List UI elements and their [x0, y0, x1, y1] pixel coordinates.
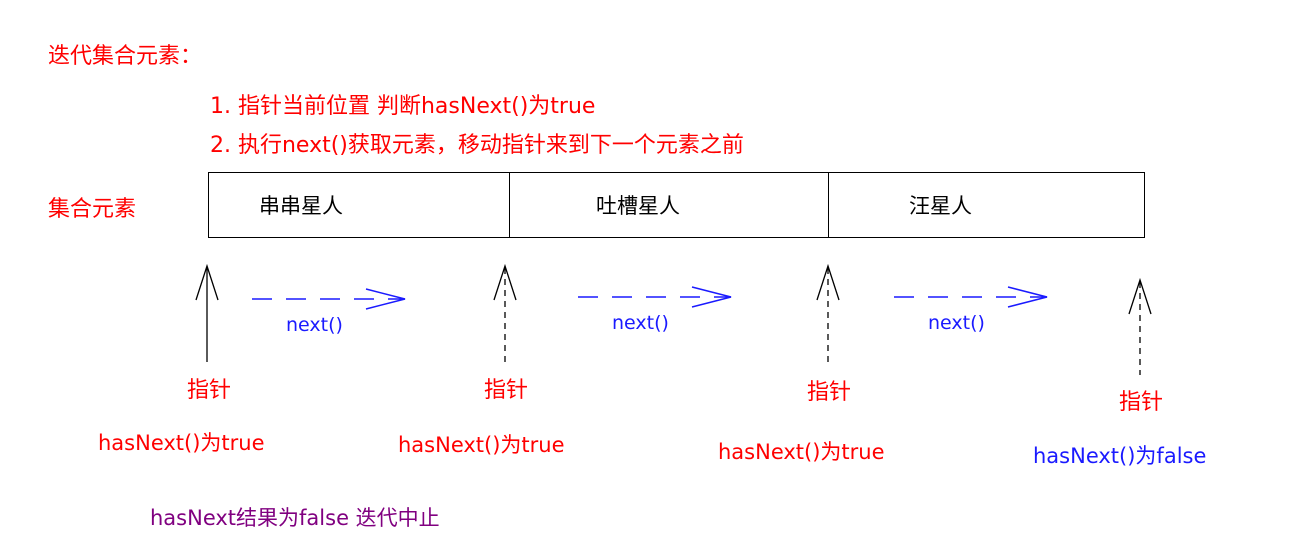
has-next-result-4: hasNext()为false [1033, 444, 1207, 468]
next-arrow-1 [252, 288, 406, 310]
pointer-arrows-layer [195, 263, 1152, 375]
pointer-label-1: 指针 [187, 378, 232, 403]
next-arrow-2 [578, 286, 732, 308]
iteration-end-summary: hasNext结果为false 迭代中止 [150, 506, 440, 530]
has-next-result-3: hasNext()为true [718, 440, 885, 464]
pointer-arrow-3 [816, 263, 840, 362]
next-arrow-3 [894, 286, 1048, 308]
pointer-label-4: 指针 [1119, 390, 1164, 415]
next-label-1: next() [286, 314, 343, 336]
has-next-result-2: hasNext()为true [398, 433, 565, 457]
has-next-result-1: hasNext()为true [98, 431, 265, 455]
pointer-arrow-1 [195, 263, 219, 362]
pointer-label-2: 指针 [484, 378, 529, 403]
pointer-label-3: 指针 [807, 380, 852, 405]
next-label-2: next() [612, 312, 669, 334]
pointer-arrow-2 [493, 263, 517, 362]
pointer-arrow-4 [1128, 277, 1152, 375]
next-label-3: next() [928, 312, 985, 334]
